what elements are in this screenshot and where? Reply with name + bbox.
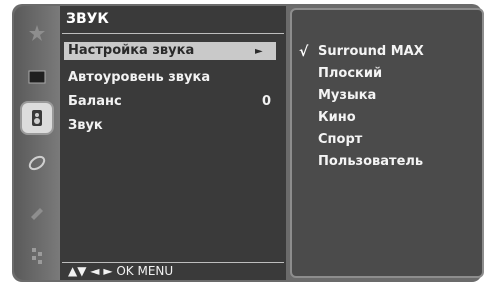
menu-item-auto-volume[interactable]: Автоуровень звука	[68, 70, 210, 85]
time-icon[interactable]	[20, 146, 54, 180]
check-icon: √	[299, 44, 309, 60]
option-icon[interactable]	[20, 194, 54, 228]
sound-icon[interactable]	[20, 101, 54, 135]
option-music[interactable]: Музыка	[318, 88, 376, 103]
picture-icon[interactable]	[20, 60, 54, 94]
option-surround-max[interactable]: Surround MAX	[318, 44, 424, 59]
star-icon[interactable]	[20, 16, 54, 50]
option-sport[interactable]: Спорт	[318, 132, 362, 147]
option-user[interactable]: Пользователь	[318, 154, 423, 169]
option-movie[interactable]: Кино	[318, 110, 356, 125]
title-divider	[62, 33, 284, 34]
help-bar: ▲▼ ◄ ► OK MENU	[68, 264, 174, 278]
menu-item-sound[interactable]: Звук	[68, 118, 103, 133]
menu-item-label: Настройка звука	[68, 43, 195, 58]
option-flat[interactable]: Плоский	[318, 66, 382, 81]
menu-title: ЗВУК	[66, 11, 109, 27]
settings-icon[interactable]	[20, 238, 54, 272]
bottom-divider	[62, 262, 284, 263]
left-sidebar	[14, 6, 60, 280]
balance-value: 0	[262, 94, 272, 109]
menu-item-sound-setup[interactable]: Настройка звука	[64, 42, 276, 60]
menu-item-balance[interactable]: Баланс	[68, 94, 122, 109]
submenu-arrow-icon: ►	[255, 46, 263, 57]
